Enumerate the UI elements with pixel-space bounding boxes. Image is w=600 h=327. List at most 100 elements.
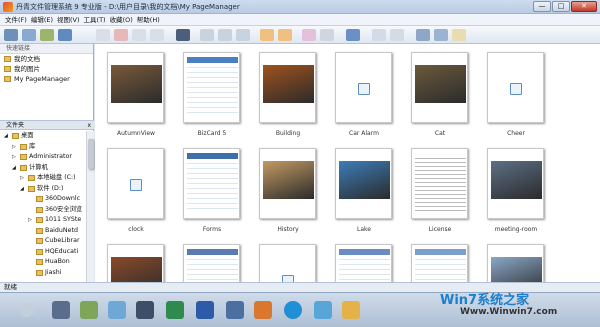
excel-icon[interactable] (166, 301, 184, 319)
thumbnail-item[interactable]: Cheer (481, 50, 544, 137)
page-thumbnail[interactable] (107, 148, 164, 219)
zoom-out-icon[interactable] (372, 29, 386, 41)
thumbnail-item[interactable]: meeting-room (481, 146, 544, 233)
page-thumbnail[interactable] (259, 148, 316, 219)
lightbulb-icon[interactable] (452, 29, 466, 41)
page-thumbnail[interactable] (107, 52, 164, 123)
close-button[interactable]: ✕ (571, 1, 597, 12)
scan-icon[interactable] (40, 29, 54, 41)
open-icon[interactable] (22, 29, 36, 41)
expand-icon[interactable]: ▷ (12, 142, 18, 153)
tree-node[interactable]: ▷ Administrator (0, 152, 86, 163)
powerpoint-icon[interactable] (254, 301, 272, 319)
thumbnail-item[interactable]: History (253, 146, 316, 233)
tree-node[interactable]: HuaBon (0, 257, 86, 268)
notepad-icon[interactable] (108, 301, 126, 319)
unstack-icon[interactable] (278, 29, 292, 41)
word-icon[interactable] (196, 301, 214, 319)
thumbnail-item[interactable]: License (405, 146, 468, 233)
page-red-icon[interactable] (114, 29, 128, 41)
tree-node[interactable]: CubeLibrar (0, 236, 86, 247)
quick-link-pictures[interactable]: 我的图片 (0, 64, 93, 74)
printer-icon[interactable] (52, 301, 70, 319)
network-icon[interactable] (314, 301, 332, 319)
tree-node[interactable]: ◢ 桌面 (0, 131, 86, 142)
expand-icon[interactable]: ◢ (20, 184, 26, 195)
menu-favorites[interactable]: 收藏(O) (110, 14, 133, 25)
thumbnail-item[interactable]: Forms (177, 146, 240, 233)
thumbnail-item[interactable]: BizCard 5 (177, 50, 240, 137)
page-thumbnail[interactable] (487, 244, 544, 282)
scrollbar-thumb[interactable] (88, 139, 94, 169)
page-thumbnail[interactable] (411, 148, 468, 219)
page-thumbnail[interactable] (411, 52, 468, 123)
view-icon[interactable] (346, 29, 360, 41)
zoom-in-icon[interactable] (390, 29, 404, 41)
outlook-icon[interactable] (226, 301, 244, 319)
page-icon[interactable] (96, 29, 110, 41)
page-copy-icon[interactable] (132, 29, 146, 41)
maximize-button[interactable]: □ (552, 1, 570, 12)
page-delete-icon[interactable] (150, 29, 164, 41)
annotate-icon[interactable] (302, 29, 316, 41)
pdf-icon[interactable] (342, 301, 360, 319)
tree-node[interactable]: ▷ 库 (0, 142, 86, 153)
thumbnail-item[interactable] (481, 242, 544, 282)
page-thumbnail[interactable] (335, 148, 392, 219)
thumbnail-item[interactable]: Lake (329, 146, 392, 233)
page-thumbnail[interactable] (183, 244, 240, 282)
tree-node[interactable]: ▷ 本地磁盘 (C:) (0, 173, 86, 184)
page-thumbnail[interactable] (487, 52, 544, 123)
new-icon[interactable] (4, 29, 18, 41)
thumbnail-item[interactable]: AutumnView (101, 50, 164, 137)
paint-icon[interactable] (80, 301, 98, 319)
page-thumbnail[interactable] (335, 52, 392, 123)
settings-icon[interactable] (434, 29, 448, 41)
menu-file[interactable]: 文件(F) (5, 14, 27, 25)
expand-icon[interactable]: ◢ (12, 163, 18, 174)
page-thumbnail[interactable] (259, 244, 316, 282)
move-up-icon[interactable] (236, 29, 250, 41)
expand-icon[interactable]: ◢ (4, 131, 10, 142)
thumbnail-item[interactable]: Building (253, 50, 316, 137)
send-icon[interactable] (416, 29, 430, 41)
menu-view[interactable]: 视图(V) (57, 14, 80, 25)
tree-node[interactable]: ▷ 1011 SYSte (0, 215, 86, 226)
expand-icon[interactable]: ▷ (28, 215, 34, 226)
thumbnail-item[interactable]: Car Alarm (329, 50, 392, 137)
close-pane-icon[interactable]: x (87, 121, 91, 130)
tree-node[interactable]: 360Downlc (0, 194, 86, 205)
minimize-button[interactable]: — (533, 1, 551, 12)
arrow-icon[interactable] (20, 303, 34, 317)
thumbnail-item[interactable] (101, 242, 164, 282)
quick-link-pagemanager[interactable]: My PageManager (0, 74, 93, 84)
page-thumbnail[interactable] (183, 52, 240, 123)
fax-icon[interactable] (136, 301, 154, 319)
expand-icon[interactable]: ▷ (12, 152, 18, 163)
page-thumbnail[interactable] (259, 52, 316, 123)
binoculars-icon[interactable] (176, 29, 190, 41)
page-thumbnail[interactable] (107, 244, 164, 282)
thumbnail-item[interactable] (329, 242, 392, 282)
tree-scrollbar[interactable] (86, 131, 94, 282)
thumbnail-item[interactable]: Cat (405, 50, 468, 137)
expand-icon[interactable]: ▷ (20, 173, 26, 184)
quick-link-documents[interactable]: 我的文档 (0, 54, 93, 64)
page-thumbnail[interactable] (335, 244, 392, 282)
move-right-icon[interactable] (218, 29, 232, 41)
menu-tools[interactable]: 工具(T) (84, 14, 106, 25)
rotate-icon[interactable] (320, 29, 334, 41)
page-thumbnail[interactable] (411, 244, 468, 282)
thumbnail-item[interactable] (253, 242, 316, 282)
tree-node[interactable]: ◢ 计算机 (0, 163, 86, 174)
tree-node[interactable]: BaiduNetd (0, 226, 86, 237)
ie-icon[interactable] (284, 301, 302, 319)
stack-icon[interactable] (260, 29, 274, 41)
menu-edit[interactable]: 编辑(E) (31, 14, 53, 25)
page-thumbnail[interactable] (183, 148, 240, 219)
import-icon[interactable] (58, 29, 72, 41)
menu-help[interactable]: 帮助(H) (137, 14, 160, 25)
tree-node[interactable]: Jiashi (0, 268, 86, 279)
thumbnail-item[interactable] (405, 242, 468, 282)
thumbnail-item[interactable]: clock (101, 146, 164, 233)
